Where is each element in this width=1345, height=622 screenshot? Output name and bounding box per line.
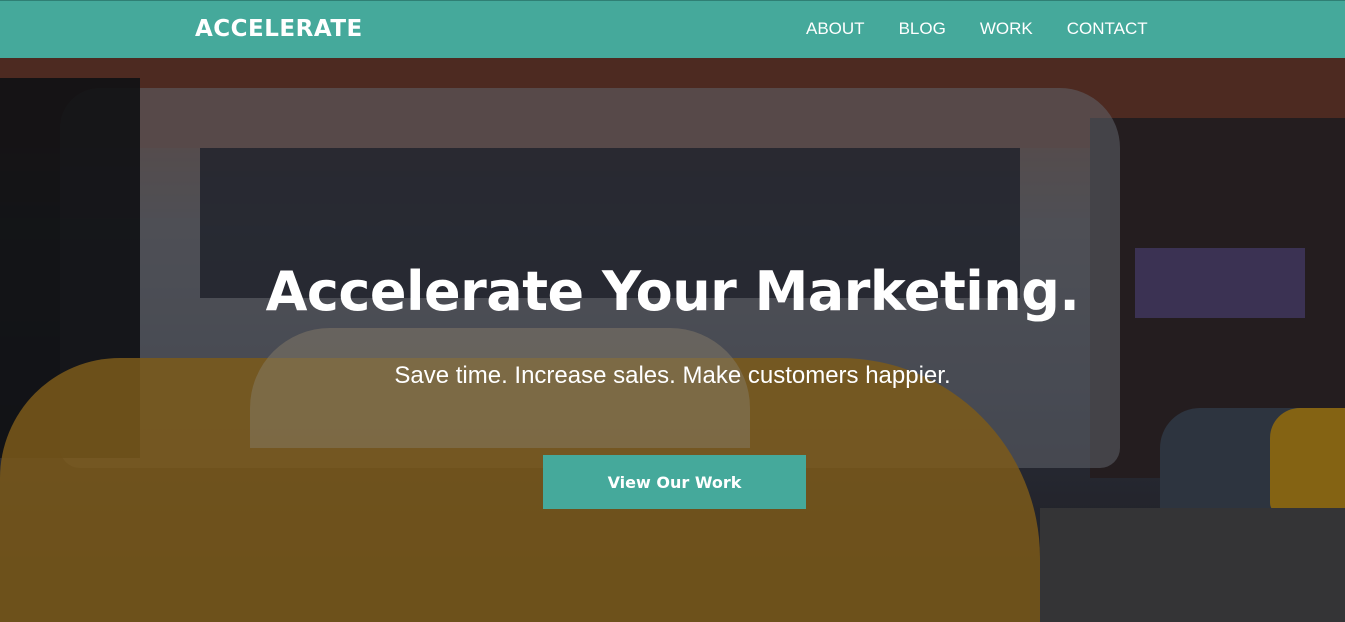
main-nav: ABOUT BLOG WORK CONTACT — [806, 19, 1182, 39]
site-logo[interactable]: ACCELERATE — [195, 16, 363, 42]
nav-link-blog[interactable]: BLOG — [899, 19, 946, 39]
hero-subtitle: Save time. Increase sales. Make customer… — [394, 362, 951, 389]
hero-title: Accelerate Your Marketing. — [265, 260, 1080, 323]
hero-overlay — [0, 58, 1345, 622]
top-nav-bar: ACCELERATE ABOUT BLOG WORK CONTACT — [0, 0, 1345, 58]
nav-link-contact[interactable]: CONTACT — [1067, 19, 1148, 39]
nav-link-about[interactable]: ABOUT — [806, 19, 865, 39]
nav-link-work[interactable]: WORK — [980, 19, 1033, 39]
view-our-work-button[interactable]: View Our Work — [543, 455, 806, 509]
hero-section: Accelerate Your Marketing. Save time. In… — [0, 58, 1345, 622]
